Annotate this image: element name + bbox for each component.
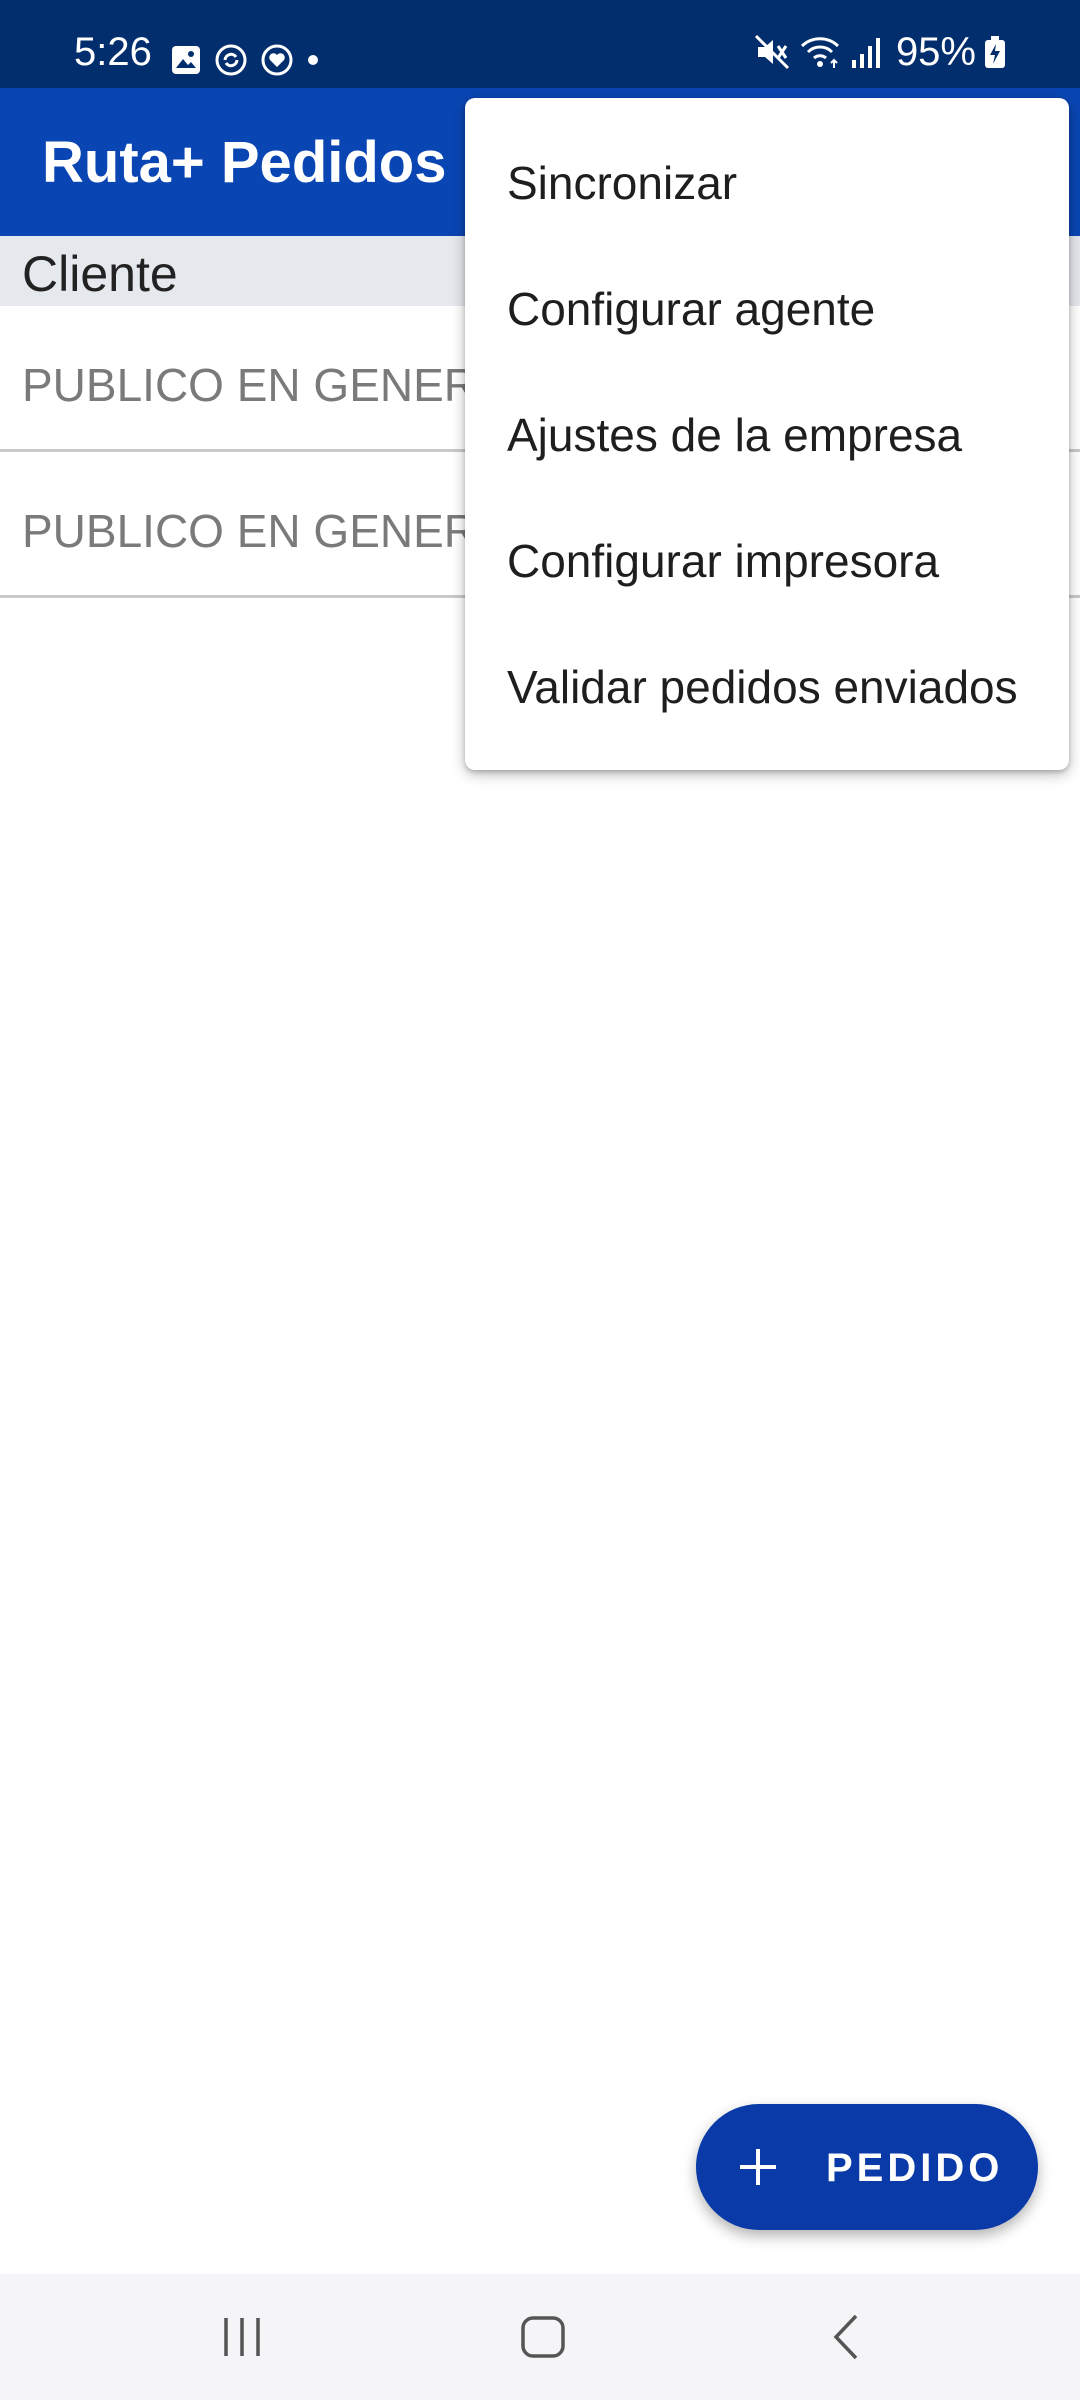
list-item-cliente: PUBLICO EN GENERAL: [22, 359, 534, 411]
recents-icon[interactable]: [220, 2312, 264, 2367]
battery-percent: 95%: [895, 30, 976, 74]
menu-item-ajustes-empresa[interactable]: Ajustes de la empresa: [465, 372, 1069, 498]
gallery-icon: [170, 44, 202, 76]
wifi-icon: [798, 34, 842, 70]
overflow-menu: Sincronizar Configurar agente Ajustes de…: [465, 98, 1069, 770]
menu-item-label: Ajustes de la empresa: [507, 409, 963, 461]
list-item-cliente: PUBLICO EN GENERAL: [22, 505, 534, 557]
dot-icon: [306, 53, 320, 67]
menu-item-validar-pedidos[interactable]: Validar pedidos enviados: [465, 624, 1069, 750]
fab-label: PEDIDO: [826, 2146, 1004, 2190]
menu-item-label: Validar pedidos enviados: [507, 661, 1018, 713]
menu-item-label: Configurar impresora: [507, 535, 940, 587]
menu-item-configurar-impresora[interactable]: Configurar impresora: [465, 498, 1069, 624]
column-header-cliente: Cliente: [22, 246, 178, 302]
menu-item-sincronizar[interactable]: Sincronizar: [465, 120, 1069, 246]
signal-icon: [850, 34, 882, 70]
notification-icons: [170, 42, 320, 78]
back-icon[interactable]: [826, 2312, 866, 2367]
menu-item-label: Configurar agente: [507, 283, 876, 335]
system-icons: 95%: [754, 32, 1006, 72]
plus-icon: [736, 2145, 780, 2194]
status-time: 5:26: [74, 30, 152, 74]
navigation-bar: [0, 2274, 1080, 2400]
mute-icon: [754, 34, 790, 70]
battery-charging-icon: [984, 34, 1006, 70]
app-title: Ruta+ Pedidos: [42, 130, 447, 195]
sync-icon: [214, 43, 248, 77]
menu-item-label: Sincronizar: [507, 157, 738, 209]
status-bar: 5:26 95%: [0, 0, 1080, 88]
health-icon: [260, 43, 294, 77]
home-icon[interactable]: [519, 2312, 567, 2367]
menu-item-configurar-agente[interactable]: Configurar agente: [465, 246, 1069, 372]
new-order-fab[interactable]: PEDIDO: [696, 2104, 1038, 2230]
